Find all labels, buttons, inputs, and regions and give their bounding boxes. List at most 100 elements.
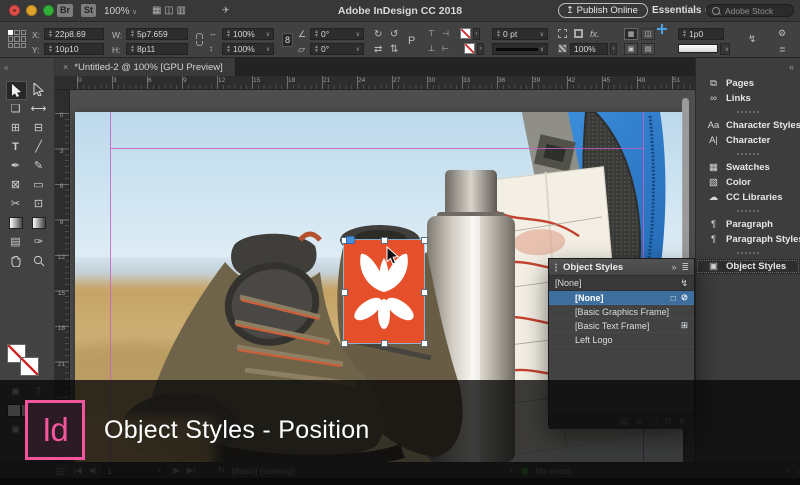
dock-collapse-header[interactable]: « xyxy=(695,58,800,76)
x-field[interactable]: ▲▼22p8.69 xyxy=(44,28,104,40)
zoom-window-button[interactable] xyxy=(43,5,54,16)
wrap-bounding-button[interactable]: ◫ xyxy=(641,28,655,40)
reference-point-proxy[interactable] xyxy=(8,30,26,48)
stroke-options-button[interactable]: › xyxy=(477,43,484,55)
close-tab-icon[interactable]: × xyxy=(63,62,68,72)
publish-online-button[interactable]: ↥ Publish Online xyxy=(558,3,648,18)
stroke-weight-field[interactable]: ▲▼0 pt∨ xyxy=(492,28,548,40)
gap-tool[interactable]: ⟷ xyxy=(29,100,48,117)
gradient-swatch-tool[interactable] xyxy=(6,214,25,231)
stroke-style-dropdown[interactable]: ∨ xyxy=(492,43,548,55)
handle-top-right[interactable] xyxy=(421,237,428,244)
dock-item[interactable]: ¶ Paragraph xyxy=(696,217,800,232)
close-window-button[interactable] xyxy=(9,5,20,16)
corner-shape-icon[interactable] xyxy=(574,29,583,38)
zoom-level-chevron-icon[interactable]: ∨ xyxy=(132,8,137,16)
scissors-tool[interactable]: ✂ xyxy=(6,195,25,212)
touch-workspace-icon[interactable]: ✈ xyxy=(222,5,230,16)
selected-logo-frame[interactable] xyxy=(344,240,424,343)
type-tool[interactable]: T xyxy=(6,138,25,155)
pen-tool[interactable]: ✒ xyxy=(6,157,25,174)
fill-stroke-swatches[interactable] xyxy=(7,344,47,380)
h-field[interactable]: ▲▼8p11 xyxy=(126,43,188,55)
align-bottom-icon[interactable]: ⊥ xyxy=(428,44,435,53)
constrain-scale-link-icon[interactable]: 8 xyxy=(282,33,293,47)
gap-field[interactable]: ▲▼1p0 xyxy=(678,28,724,40)
dock-item[interactable]: Aa Character Styles xyxy=(696,118,800,133)
free-transform-tool[interactable]: ⊡ xyxy=(29,195,48,212)
eyedropper-tool[interactable]: ✑ xyxy=(29,233,48,250)
align-top-icon[interactable]: ⊤ xyxy=(428,29,435,38)
stroke-swatch[interactable] xyxy=(20,357,39,376)
document-tab[interactable]: × *Untitled-2 @ 100% [GPU Preview] xyxy=(55,58,236,76)
style-row[interactable]: Left Logo xyxy=(549,333,694,347)
workspace-switcher[interactable]: Essentials ∨ xyxy=(652,5,709,16)
dock-item[interactable]: ▣ Object Styles xyxy=(696,259,800,274)
vertical-scrollbar[interactable] xyxy=(682,98,689,270)
toolbar-collapse-header[interactable]: « xyxy=(0,58,55,76)
dock-item[interactable]: A| Character xyxy=(696,133,800,148)
rotate-cw-icon[interactable]: ↻ xyxy=(374,29,382,40)
search-input[interactable] xyxy=(723,5,791,17)
dock-item[interactable]: ¶ Paragraph Styles xyxy=(696,232,800,247)
collapse-panel-icon[interactable]: » xyxy=(671,262,676,272)
zoom-tool[interactable] xyxy=(29,252,48,269)
adobe-stock-search[interactable] xyxy=(706,4,794,17)
stroke-swatch-none[interactable] xyxy=(464,43,475,54)
content-collector-tool[interactable]: ⊞ xyxy=(6,119,25,136)
dock-item[interactable]: ▧ Color xyxy=(696,175,800,190)
view-options-icon[interactable]: ▦ ◫ ▥ xyxy=(152,5,186,16)
handle-mid-left[interactable] xyxy=(341,289,348,296)
handle-bottom-center[interactable] xyxy=(381,340,388,347)
dock-item[interactable] xyxy=(696,106,800,118)
dock-item[interactable] xyxy=(696,205,800,217)
swatch-bar-chevron[interactable]: ∨ xyxy=(720,43,730,55)
dock-item[interactable]: ∞ Links xyxy=(696,91,800,106)
zoom-level-value[interactable]: 100% xyxy=(104,6,130,17)
rectangle-tool[interactable]: ▭ xyxy=(29,176,48,193)
line-tool[interactable]: ╱ xyxy=(29,138,48,155)
constrain-dimensions-icon[interactable] xyxy=(196,33,203,46)
selection-tool[interactable] xyxy=(6,81,27,100)
scale-y-field[interactable]: ▲▼100%∨ xyxy=(222,43,274,55)
link-badge-icon[interactable] xyxy=(346,236,355,244)
note-tool[interactable]: ▤ xyxy=(6,233,25,250)
bridge-button[interactable]: Br xyxy=(57,4,73,17)
corner-options-icon[interactable] xyxy=(558,29,567,38)
horizontal-ruler[interactable]: 03691215182124273033363942454851 xyxy=(55,76,695,90)
pencil-tool[interactable]: ✎ xyxy=(29,157,48,174)
flip-vertical-icon[interactable]: ⇅ xyxy=(390,44,398,55)
panel-menu-icon[interactable]: ≣ xyxy=(779,45,786,54)
flip-horizontal-icon[interactable]: ⇄ xyxy=(374,44,382,55)
panel-menu-icon[interactable]: ≣ xyxy=(681,262,689,273)
handle-bottom-right[interactable] xyxy=(421,340,428,347)
style-row[interactable]: [None] □ ⊘ xyxy=(549,291,694,305)
panel-gear-icon[interactable]: ⚙ xyxy=(778,28,786,39)
dock-item[interactable]: ⧉ Pages xyxy=(696,76,800,91)
fill-options-button[interactable]: › xyxy=(473,28,480,40)
w-field[interactable]: ▲▼5p7.659 xyxy=(126,28,188,40)
handle-bottom-left[interactable] xyxy=(341,340,348,347)
opacity-field[interactable]: 100% xyxy=(570,43,608,55)
page-tool[interactable]: ❏ xyxy=(6,100,25,117)
style-row[interactable]: [Basic Graphics Frame] xyxy=(549,305,694,319)
applied-swatch-bar[interactable] xyxy=(678,44,718,53)
shear-field[interactable]: ▲▼0°∨ xyxy=(310,43,364,55)
dock-item[interactable] xyxy=(696,148,800,160)
hand-tool[interactable] xyxy=(6,252,25,269)
align-right-icon[interactable]: ⊢ xyxy=(442,44,449,53)
effects-button[interactable]: fx. xyxy=(590,29,600,39)
wrap-none-button[interactable]: ▦ xyxy=(624,28,638,40)
wrap-object-button[interactable]: ▣ xyxy=(624,43,638,55)
stock-button[interactable]: St xyxy=(81,4,96,17)
direct-selection-tool[interactable] xyxy=(29,81,48,98)
dock-item[interactable]: ▦ Swatches xyxy=(696,160,800,175)
dock-item[interactable]: ☁ CC Libraries xyxy=(696,190,800,205)
dock-item[interactable] xyxy=(696,247,800,259)
handle-mid-right[interactable] xyxy=(421,289,428,296)
align-left-icon[interactable]: ⊣ xyxy=(442,29,449,38)
scale-x-field[interactable]: ▲▼100%∨ xyxy=(222,28,274,40)
gradient-feather-tool[interactable] xyxy=(29,214,48,231)
rotate-ccw-icon[interactable]: ↺ xyxy=(390,29,398,40)
handle-top-center[interactable] xyxy=(381,237,388,244)
